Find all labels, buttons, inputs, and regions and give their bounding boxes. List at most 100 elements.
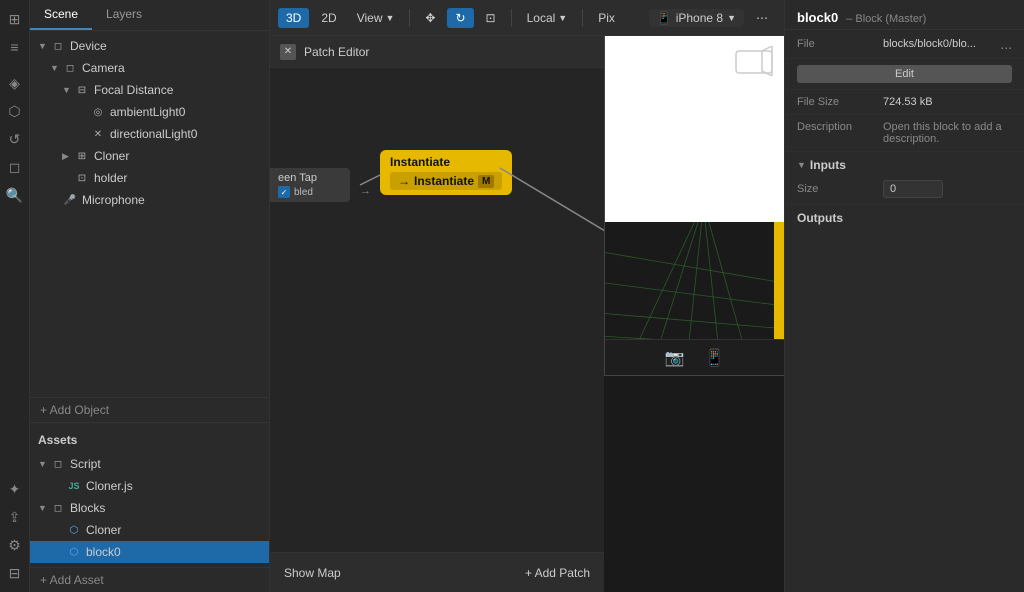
animate-icon[interactable]: ↺	[4, 128, 26, 150]
more-options-button[interactable]: ⋯	[748, 8, 776, 28]
viewport-bottom-icons: 📷 📱	[605, 339, 784, 375]
add-patch-button[interactable]: + Add Patch	[525, 566, 590, 580]
inspector-icon[interactable]: ◻	[4, 156, 26, 178]
block-name: block0	[797, 10, 838, 25]
effects-icon[interactable]: ✦	[4, 478, 26, 500]
tab-layers[interactable]: Layers	[92, 0, 156, 30]
view-button[interactable]: View ▼	[349, 8, 403, 28]
instantiate-node[interactable]: Instantiate → Instantiate M	[380, 150, 512, 195]
camera-outline-svg	[734, 46, 774, 76]
cloner-asset-icon: ⬡	[66, 522, 82, 538]
edit-button[interactable]: Edit	[797, 65, 1012, 83]
outputs-section-header: Outputs	[785, 205, 1024, 227]
arrow-connector: →	[360, 185, 371, 197]
patch-editor-title: Patch Editor	[304, 45, 369, 59]
enabled-row: ✓ bled	[278, 186, 342, 198]
assets-header: Assets	[30, 427, 269, 453]
move-tool-button[interactable]: ✥	[417, 8, 443, 28]
inputs-section-header: ▼ Inputs	[785, 152, 1024, 174]
rotate-tool-button[interactable]: ↻	[447, 8, 473, 28]
cloner-label: Cloner	[94, 149, 129, 163]
holder-label: holder	[94, 171, 127, 185]
patch-bottom-bar: Show Map + Add Patch	[270, 552, 604, 592]
add-asset-button[interactable]: + Add Asset	[30, 567, 269, 592]
screenshot-icon[interactable]: 📷	[665, 348, 685, 368]
clonerjs-label: Cloner.js	[86, 479, 133, 493]
scene-tree: ▼ ◻ Device ▼ ◻ Camera ▼ ⊟ Focal Distance…	[30, 31, 269, 397]
screentap-label: een Tap	[278, 172, 342, 184]
block0-label: block0	[86, 545, 121, 559]
patch-canvas[interactable]: + een Tap ✓ bled → Instantiate → I	[270, 68, 604, 592]
blocks-folder-icon: ◻	[50, 500, 66, 516]
scale-tool-button[interactable]: ⊡	[478, 8, 504, 28]
edit-button-row: Edit	[785, 59, 1024, 90]
tree-item-microphone[interactable]: 🎤 Microphone	[30, 189, 269, 211]
iphone-icon: 📱	[657, 11, 672, 25]
iphone-white-area	[605, 36, 784, 222]
iphone-preview: 📷 📱	[604, 36, 784, 376]
directional-icon: ✕	[90, 126, 106, 142]
view-2d-button[interactable]: 2D	[313, 8, 344, 28]
tree-item-focal[interactable]: ▼ ⊟ Focal Distance	[30, 79, 269, 101]
pixels-button[interactable]: Pix	[590, 8, 623, 28]
right-panel-header: block0 – Block (Master)	[785, 0, 1024, 30]
enabled-checkbox[interactable]: ✓	[278, 186, 290, 198]
instantiate-inner-label: Instantiate	[414, 174, 474, 188]
file-size-row: File Size 724.53 kB	[785, 90, 1024, 115]
tree-item-script[interactable]: ▼ ◻ Script	[30, 453, 269, 475]
local-button[interactable]: Local ▼	[519, 8, 576, 28]
layers-icon[interactable]: ≡	[4, 36, 26, 58]
screen-tap-node[interactable]: een Tap ✓ bled	[270, 168, 350, 202]
search-icon[interactable]: 🔍	[4, 184, 26, 206]
toolbar: 3D 2D View ▼ ✥ ↻ ⊡ Local ▼ Pix 📱 iPhone …	[270, 0, 784, 36]
blocks-label: Blocks	[70, 501, 105, 515]
scene-panel-tabs: Scene Layers	[30, 0, 269, 31]
toolbar-sep-1	[409, 9, 410, 27]
tree-item-cloner[interactable]: ▶ ⊞ Cloner	[30, 145, 269, 167]
show-map-button[interactable]: Show Map	[284, 566, 341, 580]
patch-close-button[interactable]: ✕	[280, 44, 296, 60]
settings-icon[interactable]: ⚙	[4, 534, 26, 556]
patch-icon[interactable]: ⬡	[4, 100, 26, 122]
add-object-button[interactable]: + Add Object	[30, 397, 269, 422]
outputs-title: Outputs	[797, 211, 843, 225]
focal-label: Focal Distance	[94, 83, 173, 97]
device-selector[interactable]: 📱 iPhone 8 ▼	[649, 9, 744, 27]
tree-item-cloner-asset[interactable]: ⬡ Cloner	[30, 519, 269, 541]
holder-icon: ⊡	[74, 170, 90, 186]
size-input[interactable]	[883, 180, 943, 198]
file-more-button[interactable]: ...	[1000, 36, 1012, 52]
block-type: – Block (Master)	[846, 13, 926, 25]
tree-item-device[interactable]: ▼ ◻ Device	[30, 35, 269, 57]
arrow-device: ▼	[38, 41, 50, 51]
tree-item-camera[interactable]: ▼ ◻ Camera	[30, 57, 269, 79]
arrow-cloner: ▶	[62, 151, 74, 162]
right-panel: block0 – Block (Master) File blocks/bloc…	[784, 0, 1024, 592]
camera-icon: ◻	[62, 60, 78, 76]
instantiate-label: Instantiate	[390, 155, 502, 169]
viewport: 📷 📱 ✕ Patch Editor + een Tap ✓ bl	[270, 36, 784, 592]
file-size-value: 724.53 kB	[883, 96, 1012, 108]
file-row: File blocks/block0/blo... ...	[785, 30, 1024, 59]
ambientlight-label: ambientLight0	[110, 105, 185, 119]
record-icon[interactable]: 📱	[705, 348, 725, 368]
patch-editor-header: ✕ Patch Editor	[270, 36, 604, 68]
tree-item-block0[interactable]: ⬡ block0	[30, 541, 269, 563]
view-3d-button[interactable]: 3D	[278, 8, 309, 28]
file-size-label: File Size	[797, 96, 877, 108]
arrow-script: ▼	[38, 459, 50, 469]
enabled-label: bled	[294, 187, 313, 198]
grid-icon[interactable]: ⊟	[4, 562, 26, 584]
focal-icon: ⊟	[74, 82, 90, 98]
assets-icon[interactable]: ◈	[4, 72, 26, 94]
upload-icon[interactable]: ⇪	[4, 506, 26, 528]
tree-item-directionallight[interactable]: ✕ directionalLight0	[30, 123, 269, 145]
scene-icon[interactable]: ⊞	[4, 8, 26, 30]
tree-item-holder[interactable]: ⊡ holder	[30, 167, 269, 189]
description-row: Description Open this block to add a des…	[785, 115, 1024, 152]
tree-item-blocks[interactable]: ▼ ◻ Blocks	[30, 497, 269, 519]
tree-item-clonerjs[interactable]: JS Cloner.js	[30, 475, 269, 497]
tree-item-ambientlight[interactable]: ◎ ambientLight0	[30, 101, 269, 123]
tab-scene[interactable]: Scene	[30, 0, 92, 30]
microphone-icon: 🎤	[62, 192, 78, 208]
